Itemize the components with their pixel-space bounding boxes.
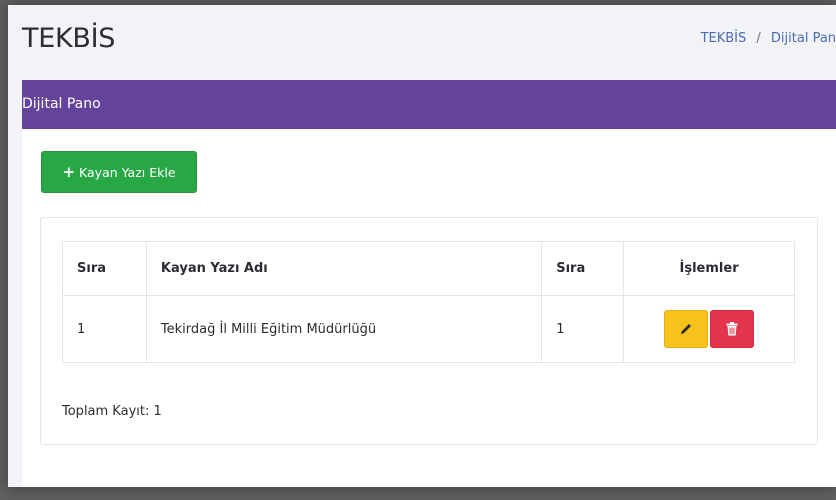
total-records: Toplam Kayıt: 1 [62, 404, 162, 419]
add-button-label: Kayan Yazı Ekle [79, 164, 176, 180]
breadcrumb: TEKBİS / Dijital Pano [701, 31, 836, 46]
trash-icon [726, 322, 738, 336]
column-header-name[interactable]: Kayan Yazı Adı [145, 241, 543, 296]
app-title: TEKBİS [22, 23, 116, 54]
column-header-order-2[interactable]: Sıra [541, 241, 625, 296]
scrolling-text-table: Sıra Kayan Yazı Adı Sıra İşlemler 1 Teki… [62, 241, 795, 363]
cell-name: Tekirdağ İl Milli Eğitim Müdürlüğü [145, 295, 543, 363]
plus-icon: + [62, 162, 76, 181]
cell-order: 1 [62, 295, 147, 363]
cell-order-2: 1 [541, 295, 625, 363]
row-actions [664, 310, 755, 348]
cell-actions [623, 295, 795, 363]
card-title: Dijital Pano [22, 96, 101, 112]
pencil-icon [681, 324, 692, 334]
table-row: 1 Tekirdağ İl Milli Eğitim Müdürlüğü 1 [62, 295, 795, 363]
add-scrolling-text-button[interactable]: + Kayan Yazı Ekle [41, 151, 197, 193]
page: TEKBİS TEKBİS / Dijital Pano Dijital Pan… [8, 5, 836, 487]
edit-button[interactable] [664, 310, 709, 348]
column-header-actions: İşlemler [623, 241, 795, 296]
breadcrumb-separator: / [756, 31, 761, 46]
breadcrumb-root-link[interactable]: TEKBİS [701, 31, 747, 46]
card-header: Dijital Pano [22, 80, 836, 129]
table-panel: Sıra Kayan Yazı Adı Sıra İşlemler 1 Teki… [40, 217, 818, 445]
delete-button[interactable] [710, 310, 755, 348]
card-body: + Kayan Yazı Ekle Sıra Kayan Yazı Adı Sı… [22, 129, 836, 487]
breadcrumb-current: Dijital Pano [770, 31, 836, 46]
table-header-row: Sıra Kayan Yazı Adı Sıra İşlemler [62, 241, 795, 296]
column-header-order[interactable]: Sıra [62, 241, 147, 296]
